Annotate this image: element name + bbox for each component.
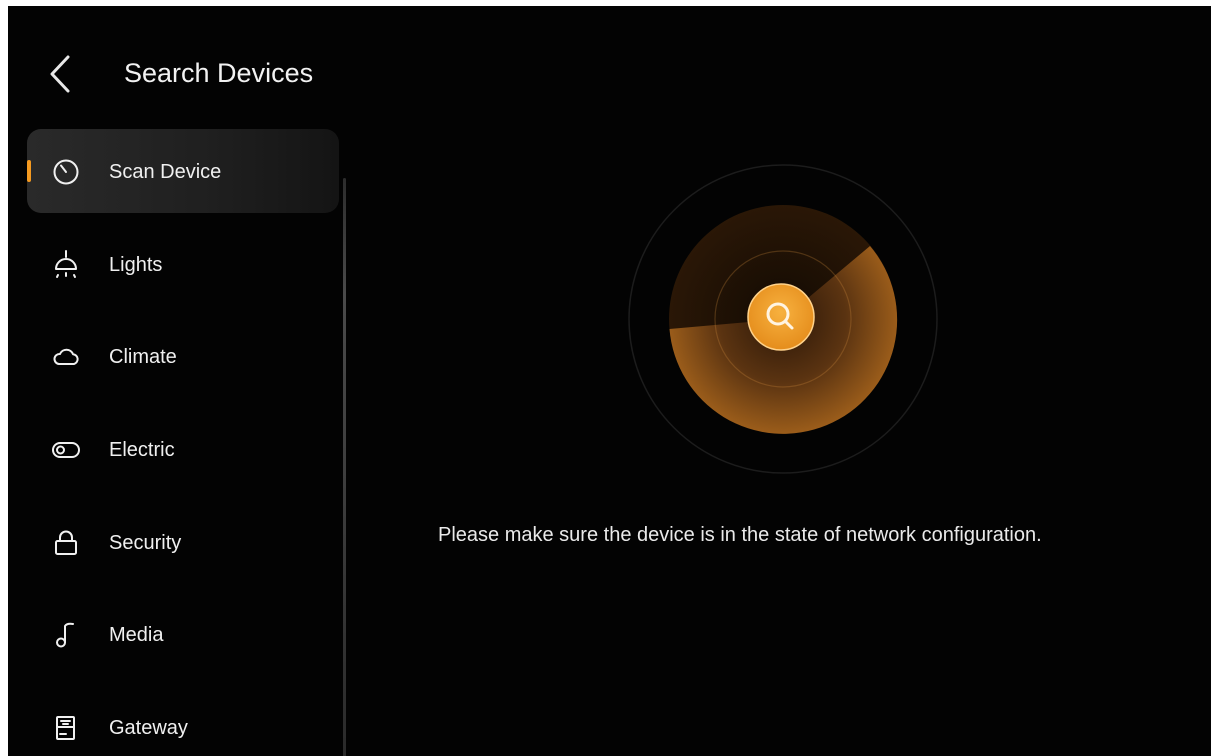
chevron-left-icon: [50, 55, 70, 93]
app-screen: Search Devices Scan Device Lights Climat…: [8, 6, 1211, 756]
toggle-switch-icon: [51, 435, 81, 465]
lock-icon: [51, 528, 81, 558]
sidebar-item-label: Electric: [109, 439, 175, 461]
sidebar-item-label: Climate: [109, 346, 177, 368]
ceiling-lamp-icon: [51, 250, 81, 280]
scan-timer-icon: [51, 157, 81, 187]
sidebar-item-label: Lights: [109, 254, 163, 276]
sidebar-item-scan-device[interactable]: Scan Device: [27, 129, 339, 213]
sidebar-item-media[interactable]: Media: [27, 592, 339, 676]
network-config-hint: Please make sure the device is in the st…: [438, 524, 1042, 546]
search-icon: [747, 283, 815, 351]
sidebar-item-electric[interactable]: Electric: [27, 407, 339, 491]
cloud-icon: [51, 342, 81, 372]
page-title: Search Devices: [124, 58, 314, 88]
router-icon: [51, 713, 81, 743]
sidebar-item-security[interactable]: Security: [27, 500, 339, 584]
music-note-icon: [51, 620, 81, 650]
search-button[interactable]: [746, 282, 816, 352]
sidebar: Scan Device Lights Climate Electric Secu…: [27, 129, 339, 756]
sidebar-item-lights[interactable]: Lights: [27, 222, 339, 306]
active-indicator: [27, 160, 31, 182]
sidebar-item-label: Gateway: [109, 717, 188, 739]
back-button[interactable]: [42, 50, 78, 98]
sidebar-item-label: Scan Device: [109, 161, 222, 183]
sidebar-item-label: Media: [109, 624, 164, 646]
sidebar-item-label: Security: [109, 532, 182, 554]
sidebar-scrollbar[interactable]: [343, 178, 346, 756]
sidebar-item-gateway[interactable]: Gateway: [27, 685, 339, 756]
sidebar-item-climate[interactable]: Climate: [27, 314, 339, 398]
